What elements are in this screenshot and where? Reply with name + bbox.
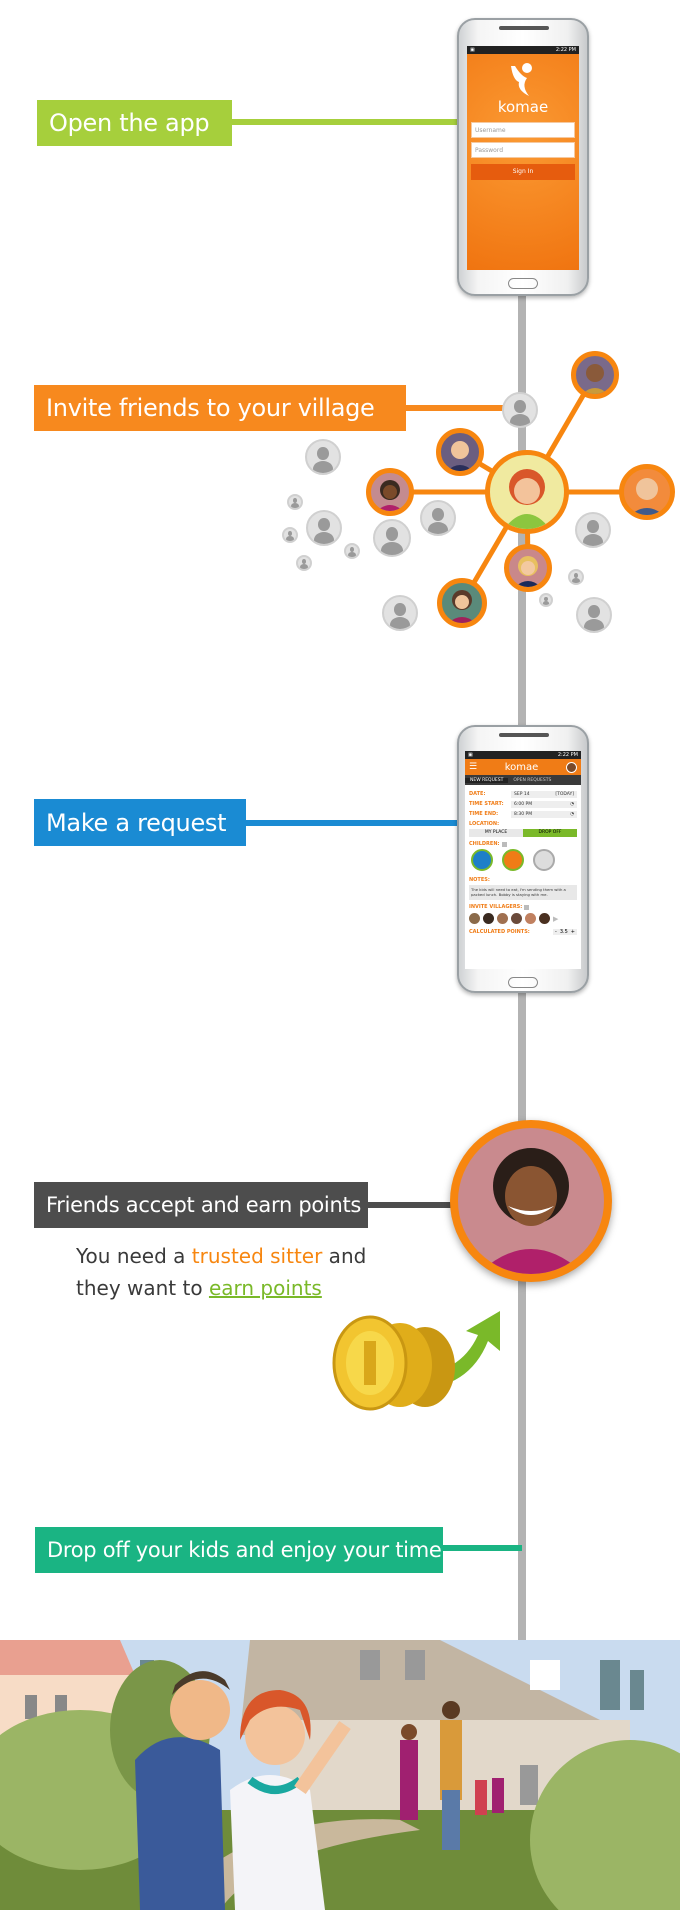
villagers-list: ▶ — [465, 912, 581, 925]
date-label: DATE: — [469, 791, 486, 797]
earn-points-link[interactable]: earn points — [209, 1276, 322, 1300]
request-phone: ▣ 2:22 PM ☰ komae NEW REQUEST OPEN REQUES… — [457, 725, 589, 993]
points-label: CALCULATED POINTS: — [469, 929, 530, 935]
placeholder-friend-avatar — [502, 392, 538, 428]
children-list — [465, 849, 581, 875]
time-start-label: TIME START: — [469, 801, 504, 807]
family-neighborhood-illustration — [0, 1640, 680, 1910]
placeholder-friend-avatar — [306, 510, 342, 546]
villager-avatar[interactable] — [511, 913, 522, 924]
notes-label: NOTES: — [469, 877, 490, 883]
time-end-label: TIME END: — [469, 811, 499, 817]
villager-avatar[interactable] — [469, 913, 480, 924]
tab-open-requests[interactable]: OPEN REQUESTS — [508, 778, 556, 783]
points-decrement-button[interactable]: - — [555, 929, 557, 935]
request-screen: ▣ 2:22 PM ☰ komae NEW REQUEST OPEN REQUES… — [465, 751, 581, 969]
request-tabs: NEW REQUEST OPEN REQUESTS — [465, 775, 581, 785]
placeholder-friend-avatar — [539, 593, 553, 607]
child-avatar[interactable] — [502, 849, 524, 871]
placeholder-friend-avatar — [296, 555, 312, 571]
friend-avatar — [619, 464, 675, 520]
location-my-place[interactable]: MY PLACE — [469, 829, 523, 837]
menu-icon[interactable]: ☰ — [469, 762, 477, 772]
placeholder-friend-avatar — [420, 500, 456, 536]
date-field[interactable]: SEP 14 [TODAY] — [511, 790, 577, 798]
date-value: SEP 14 — [514, 791, 530, 797]
step-3-connector — [246, 820, 460, 826]
status-bar: ▣ 2:22 PM — [465, 751, 581, 759]
app-name: komae — [504, 761, 539, 773]
notes-input[interactable]: The kids will need to eat, I'm sending t… — [469, 885, 577, 900]
app-header: ☰ komae — [465, 759, 581, 775]
location-drop-off[interactable]: DROP OFF — [523, 829, 577, 837]
trusted-sitter-highlight: trusted sitter — [191, 1244, 323, 1268]
network-lines — [390, 373, 647, 605]
invite-villagers-label: INVITE VILLAGERS: — [469, 904, 523, 910]
add-child-icon[interactable] — [501, 841, 507, 847]
placeholder-friend-avatar — [576, 597, 612, 633]
villager-avatar[interactable] — [497, 913, 508, 924]
explainer-part: You need a — [76, 1244, 192, 1268]
step-drop-off-label: Drop off your kids and enjoy your time — [35, 1527, 443, 1573]
time-start-value: 6:00 PM — [514, 801, 533, 807]
points-stepper: - 3.5 + — [553, 929, 577, 935]
friend-avatar — [366, 468, 414, 516]
villager-avatar[interactable] — [525, 913, 536, 924]
time-end-value: 8:30 PM — [514, 811, 533, 817]
friend-avatar — [571, 351, 619, 399]
friend-avatar — [436, 428, 484, 476]
coins-arrow-illustration — [332, 1311, 500, 1411]
placeholder-friend-avatar — [575, 512, 611, 548]
placeholder-friend-avatar — [373, 519, 411, 557]
clock-icon: ◔ — [570, 801, 574, 807]
placeholder-friend-avatar — [287, 494, 303, 510]
placeholder-friend-avatar — [305, 439, 341, 475]
next-arrow-icon[interactable]: ▶ — [553, 915, 558, 923]
villager-avatar[interactable] — [539, 913, 550, 924]
points-increment-button[interactable]: + — [571, 929, 575, 935]
friend-avatar — [504, 544, 552, 592]
explainer-part: they want to — [76, 1276, 209, 1300]
explainer-part: and — [322, 1244, 367, 1268]
friend-avatar — [437, 578, 487, 628]
clock-icon: ◔ — [570, 811, 574, 817]
location-toggle: MY PLACE DROP OFF — [469, 829, 577, 837]
step-5-connector — [442, 1545, 522, 1551]
location-label: LOCATION: — [469, 821, 500, 827]
status-time: 2:22 PM — [557, 752, 578, 758]
child-avatar[interactable] — [471, 849, 493, 871]
sitter-avatar — [450, 1120, 612, 1282]
user-avatar — [485, 450, 569, 534]
step-make-request-label: Make a request — [34, 799, 246, 846]
time-start-field[interactable]: 6:00 PM ◔ — [511, 800, 577, 808]
points-value: 3.5 — [559, 929, 568, 935]
profile-avatar[interactable] — [566, 761, 577, 773]
children-label: CHILDREN: — [469, 841, 500, 847]
placeholder-friend-avatar — [344, 543, 360, 559]
placeholder-friend-avatar — [282, 527, 298, 543]
home-button — [508, 977, 538, 988]
add-villager-icon[interactable] — [524, 904, 530, 910]
today-button[interactable]: [TODAY] — [555, 792, 574, 797]
step-4-connector — [366, 1202, 456, 1208]
placeholder-friend-avatar — [382, 595, 418, 631]
phone-speaker — [499, 733, 549, 737]
step-friends-accept-label: Friends accept and earn points — [34, 1182, 368, 1228]
tab-new-request[interactable]: NEW REQUEST — [465, 777, 509, 783]
time-end-field[interactable]: 8:30 PM ◔ — [511, 810, 577, 818]
child-avatar[interactable] — [533, 849, 555, 871]
villager-avatar[interactable] — [483, 913, 494, 924]
placeholder-friend-avatar — [568, 569, 584, 585]
explainer-text: You need a trusted sitter and they want … — [76, 1240, 366, 1304]
